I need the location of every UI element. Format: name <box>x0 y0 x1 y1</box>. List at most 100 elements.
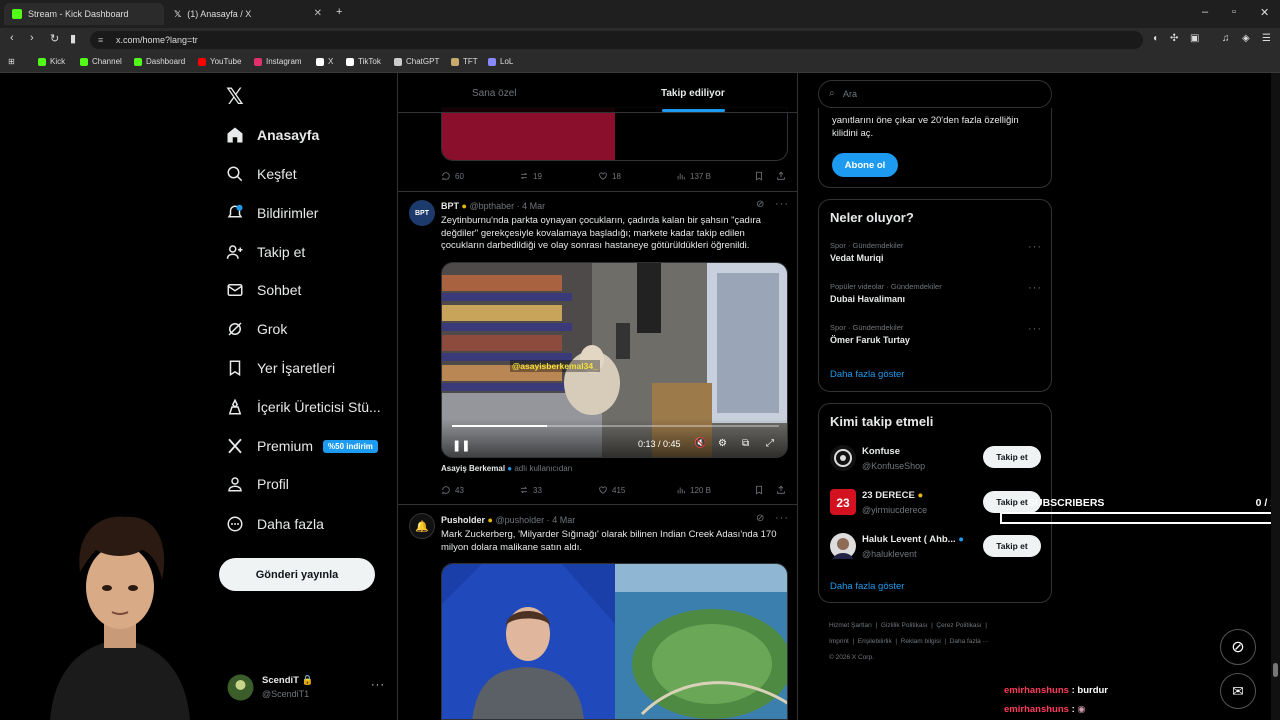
video-scrubber[interactable] <box>452 425 779 427</box>
subscribe-button[interactable]: Abone ol <box>832 153 898 177</box>
avatar[interactable]: BPT <box>409 200 435 226</box>
follow-button[interactable]: Takip et <box>983 535 1041 557</box>
trend-item[interactable]: Spor · Gündemdekiler Vedat Muriqi ··· <box>830 241 1042 263</box>
scrollbar-thumb[interactable] <box>1273 663 1278 677</box>
like-button[interactable]: 18 <box>598 171 621 181</box>
like-button[interactable]: 415 <box>598 485 625 495</box>
menu-icon[interactable]: ☰ <box>1262 33 1271 44</box>
video-source[interactable]: Asayiş Berkemal ● adlı kullanıcıdan <box>441 464 572 473</box>
tab-for-you[interactable]: Sana özel <box>472 88 516 99</box>
sidebar-item-notifications[interactable]: Bildirimler <box>226 200 318 226</box>
avatar[interactable]: 🔔 <box>409 513 435 539</box>
mute-icon[interactable]: 🔇 <box>694 438 706 449</box>
tweet-media[interactable] <box>441 107 788 161</box>
bookmark-tft[interactable]: TFT <box>451 57 478 66</box>
bookmark-channel[interactable]: Channel <box>80 57 122 66</box>
suggested-user-name[interactable]: 23 DERECE ● <box>862 490 923 501</box>
sidebar-item-home[interactable]: Anasayfa <box>226 122 319 148</box>
pause-icon[interactable]: ❚❚ <box>452 439 470 452</box>
minimize-icon[interactable]: – <box>1202 6 1208 18</box>
fullscreen-icon[interactable]: ⤢ <box>766 438 774 449</box>
sidebar-item-premium[interactable]: Premium %50 indirim <box>226 433 378 459</box>
bookmark-x[interactable]: X <box>316 57 333 66</box>
bookmark-youtube[interactable]: YouTube <box>198 57 241 66</box>
maximize-icon[interactable]: ▫ <box>1232 6 1236 18</box>
more-options-icon[interactable]: ··· <box>1028 323 1042 335</box>
shield-icon[interactable]: ◈ <box>1242 33 1250 44</box>
settings-icon[interactable]: ⚙ <box>718 438 727 449</box>
views-button[interactable]: 120 B <box>676 485 711 495</box>
back-icon[interactable]: ‹ <box>10 32 14 44</box>
account-name[interactable]: ScendiT 🔒 <box>262 675 313 686</box>
sidebar-item-chat[interactable]: Sohbet <box>226 277 301 303</box>
tweet-author[interactable]: Pusholder ● @pusholder · 4 Mar <box>441 515 575 525</box>
page-scrollbar[interactable] <box>1271 73 1280 720</box>
site-info-icon[interactable]: ≡ <box>98 35 103 45</box>
sidebar-item-creator-studio[interactable]: İçerik Üreticisi Stü... <box>226 394 381 420</box>
post-button[interactable]: Gönderi yayınla <box>219 558 375 591</box>
apps-icon[interactable]: ⊞ <box>8 57 15 66</box>
bookmark-kick[interactable]: Kick <box>38 57 65 66</box>
tweet-media[interactable] <box>441 563 788 720</box>
sidebar-item-grok[interactable]: Grok <box>226 316 287 342</box>
music-icon[interactable]: ♫ <box>1222 33 1230 44</box>
avatar[interactable] <box>830 533 856 559</box>
forward-icon[interactable]: › <box>30 32 34 44</box>
x-logo-icon[interactable]: 𝕏 <box>226 84 244 110</box>
bookmark-tweet-button[interactable] <box>754 485 768 495</box>
avatar[interactable] <box>830 445 856 471</box>
grok-float-button[interactable]: ⊘ <box>1220 629 1256 665</box>
grok-icon[interactable]: ⊘ <box>756 199 764 210</box>
share-button[interactable] <box>776 171 790 181</box>
more-options-icon[interactable]: ··· <box>1028 241 1042 253</box>
bookmark-chatgpt[interactable]: ChatGPT <box>394 57 439 66</box>
suggested-user-name[interactable]: Haluk Levent ( Ahb... ● <box>862 534 964 545</box>
tweet-author[interactable]: BPT ● @bpthaber · 4 Mar <box>441 201 545 211</box>
puzzle-icon[interactable]: ✣ <box>1170 33 1178 44</box>
messages-float-button[interactable]: ✉ <box>1220 673 1256 709</box>
follow-button[interactable]: Takip et <box>983 446 1041 468</box>
bookmark-tweet-button[interactable] <box>754 171 768 181</box>
account-menu-icon[interactable]: ··· <box>371 679 385 691</box>
sidebar-item-profile[interactable]: Profil <box>226 471 289 497</box>
grok-icon[interactable]: ⊘ <box>756 513 764 524</box>
tab-x-home[interactable]: 𝕏 (1) Anasayfa / X ✕ <box>166 3 330 25</box>
more-options-icon[interactable]: ··· <box>775 512 789 524</box>
trend-item[interactable]: Spor · Gündemdekiler Ömer Faruk Turtay ·… <box>830 323 1042 345</box>
tweet-video[interactable]: @asayisberkemal34_ ❚❚ 0:13 / 0:45 🔇 ⚙ ⧉ … <box>441 262 788 458</box>
search-input[interactable]: ⌕ Ara <box>818 80 1052 108</box>
reply-button[interactable]: 43 <box>441 485 464 495</box>
show-more-suggestions-link[interactable]: Daha fazla göster <box>830 581 904 592</box>
new-tab-button[interactable]: + <box>336 6 342 18</box>
reply-button[interactable]: 60 <box>441 171 464 181</box>
trend-item[interactable]: Popüler videolar · Gündemdekiler Dubai H… <box>830 282 1042 304</box>
extension-icon[interactable]: ◖ <box>1152 33 1158 44</box>
sidebar-item-more[interactable]: Daha fazla <box>226 511 324 537</box>
close-tab-icon[interactable]: ✕ <box>314 8 322 19</box>
sidebar-icon[interactable]: ▣ <box>1190 33 1199 44</box>
avatar[interactable]: 23 <box>830 489 856 515</box>
sidebar-item-bookmarks[interactable]: Yer İşaretleri <box>226 355 335 381</box>
bookmark-page-icon[interactable]: ▮ <box>70 32 76 45</box>
bookmark-dashboard[interactable]: Dashboard <box>134 57 185 66</box>
more-options-icon[interactable]: ··· <box>1028 282 1042 294</box>
views-button[interactable]: 137 B <box>676 171 711 181</box>
tab-following[interactable]: Takip ediliyor <box>661 88 725 99</box>
sidebar-item-explore[interactable]: Keşfet <box>226 161 297 187</box>
tab-kick-dashboard[interactable]: Stream - Kick Dashboard <box>4 3 164 25</box>
repost-button[interactable]: 19 <box>519 171 542 181</box>
repost-button[interactable]: 33 <box>519 485 542 495</box>
suggested-user-name[interactable]: Konfuse <box>862 446 900 457</box>
more-options-icon[interactable]: ··· <box>775 198 789 210</box>
bookmark-lol[interactable]: LoL <box>488 57 513 66</box>
avatar[interactable] <box>227 674 254 701</box>
show-more-trends-link[interactable]: Daha fazla göster <box>830 369 904 380</box>
bookmark-instagram[interactable]: Instagram <box>254 57 302 66</box>
bookmark-tiktok[interactable]: TikTok <box>346 57 381 66</box>
url-field[interactable]: ≡ x.com/home?lang=tr <box>90 31 1143 49</box>
sidebar-item-follow[interactable]: Takip et <box>226 239 305 265</box>
reload-icon[interactable]: ↻ <box>50 32 59 45</box>
share-button[interactable] <box>776 485 790 495</box>
pip-icon[interactable]: ⧉ <box>742 438 749 449</box>
close-window-icon[interactable]: ✕ <box>1260 6 1269 19</box>
